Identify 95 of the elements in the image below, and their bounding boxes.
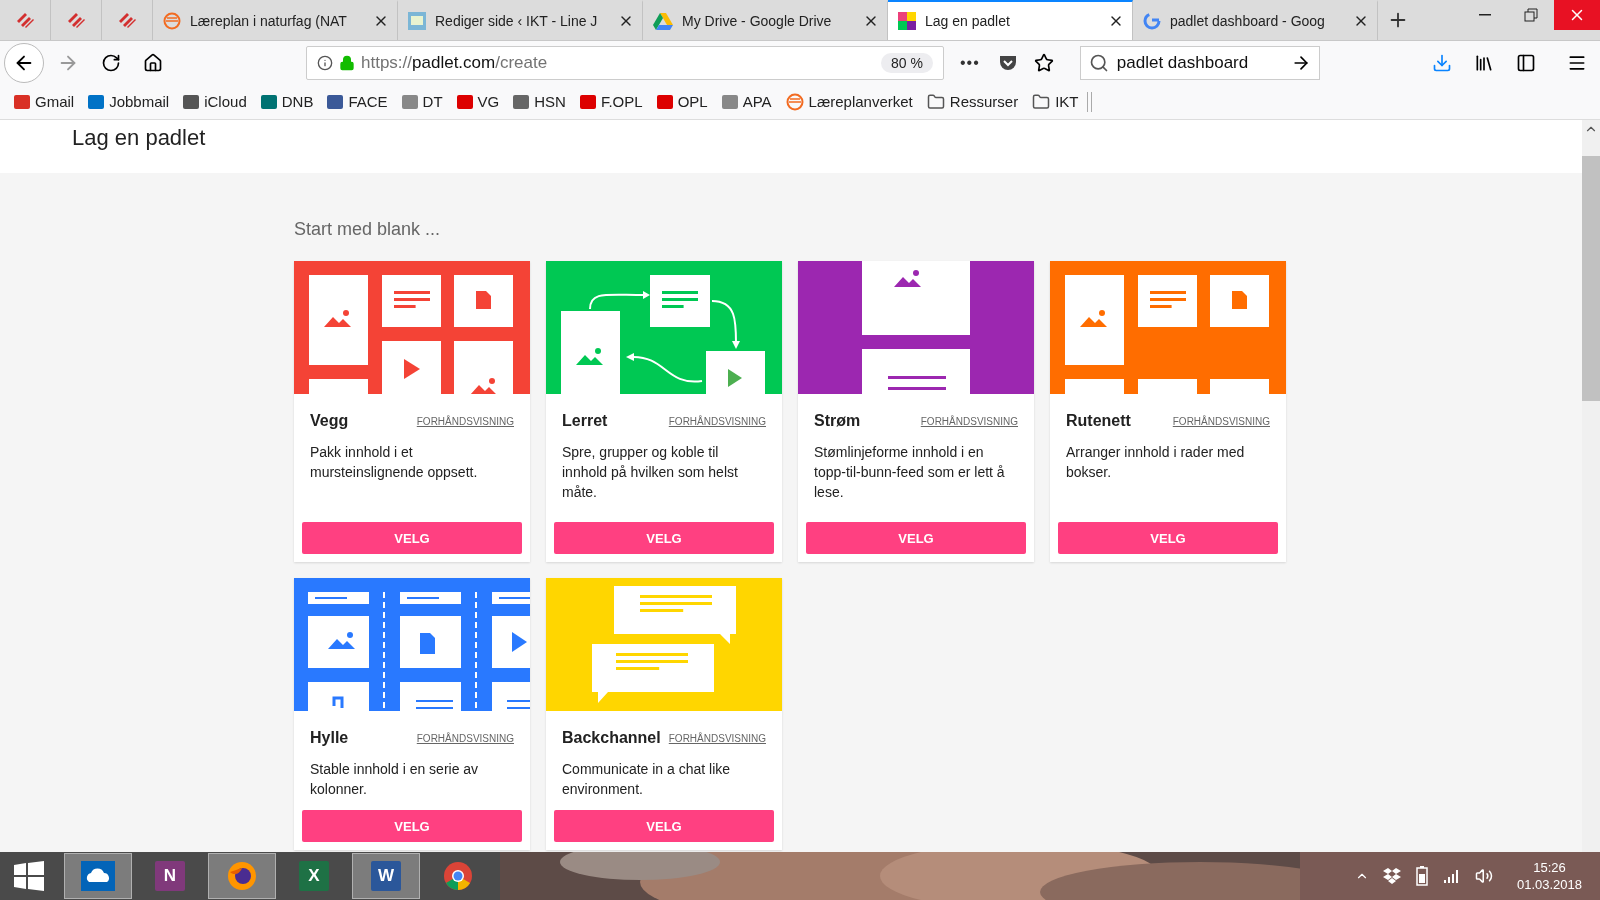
bookmark-icon [721,94,738,109]
bookmark[interactable]: iCloud [183,93,247,110]
cloud-icon [81,861,115,891]
bookmark-folder[interactable]: IKT [1032,92,1079,111]
minimize-icon [1479,14,1491,16]
bookmark-icon [456,94,473,109]
card-title: Vegg [310,412,349,430]
bookmark-icon [401,94,418,109]
search-icon [1088,52,1109,73]
card-title: Backchannel [562,729,661,747]
card-description: Arranger innhold i rader med bokser. [1066,443,1246,482]
firefox-icon [226,860,258,892]
word-icon: W [371,861,401,891]
bookmark[interactable]: DT [401,93,443,110]
padlet-icon [15,11,35,29]
home-icon[interactable] [143,52,163,73]
bookmark-icon [327,94,344,109]
address-bar[interactable]: https://padlet.com/create 80 % [306,45,944,80]
card-description: Pakk innhold i et mursteinslignende oppsett. [310,443,479,482]
card-description: Communicate in a chat like environment. [562,760,732,799]
windows-start-icon[interactable] [14,861,44,891]
bookmark-icon [513,94,530,109]
card-description: Spre, grupper og koble til innhold på hvilken som helst måte. [562,443,739,502]
star-icon[interactable] [1033,52,1054,73]
padlet-icon [117,11,137,29]
card-title: Rutenett [1066,412,1131,430]
section-heading: Start med blank ... [294,219,442,239]
card-description: Stømlinjeforme innhold i en topp-til-bunn-feed som er lett å lese. [814,443,1006,502]
taskbar-app[interactable]: N [136,853,204,899]
chrome-icon [442,860,474,892]
bookmark[interactable]: VG [456,93,500,110]
circle-logo-icon [163,12,181,30]
folder-icon [926,92,945,111]
bookmark-icon [88,94,105,109]
card-title: Lerret [562,412,608,430]
restore-icon [1524,8,1538,22]
bookmark-icon [14,94,30,109]
bookmark[interactable]: DNB [260,93,314,110]
preview-link[interactable]: FORHÅNDSVISNING [416,415,514,427]
taskbar-app[interactable]: W [352,853,420,899]
scrollbar[interactable] [1582,120,1600,852]
drive-icon [653,12,673,30]
page-actions-button[interactable]: ••• [960,53,980,72]
browser-tab[interactable]: Rediger side ‹ IKT - Line J [398,0,643,40]
reload-icon[interactable] [101,52,121,73]
pocket-icon[interactable] [997,53,1018,72]
bookmark-icon [579,94,596,109]
bookmark[interactable]: APA [721,93,772,110]
padlet-icon [66,11,86,29]
scrollbar-thumb[interactable] [1582,156,1600,401]
search-field[interactable]: padlet dashboard [1079,45,1320,80]
bookmark-folder[interactable]: Ressurser [926,92,1019,111]
zoom-level[interactable]: 80 % [881,52,933,73]
bookmark[interactable]: Læreplanverket [785,92,913,111]
browser-tab[interactable]: Læreplan i naturfag (NAT [153,0,398,40]
folder-icon [1032,92,1051,111]
info-icon[interactable] [317,54,333,71]
clock[interactable]: 15:26 01.03.2018 [1516,859,1582,893]
card-description: Stable innhold i en serie av kolonner. [310,760,480,799]
bookmark-icon [260,94,277,109]
card-title: Hylle [310,729,349,747]
dropbox-icon[interactable] [1382,868,1401,884]
preview-link[interactable]: FORHÅNDSVISNING [1172,415,1270,427]
circle-logo-icon [785,92,804,111]
site-icon [408,12,426,30]
onenote-icon: N [155,861,185,891]
bookmark-icon [656,94,673,109]
browser-tab[interactable]: Lag en padlet [888,0,1133,40]
bookmark[interactable]: Gmail [14,93,75,110]
padlet-icon [898,12,916,30]
bookmark[interactable]: HSN [513,93,566,110]
preview-link[interactable]: FORHÅNDSVISNING [416,732,514,744]
bookmark[interactable]: FACE [327,93,388,110]
google-icon [1143,12,1161,30]
preview-link[interactable]: FORHÅNDSVISNING [668,415,766,427]
signal-icon[interactable] [1442,868,1461,884]
browser-tab[interactable]: padlet dashboard - Goog [1133,0,1378,40]
volume-icon[interactable] [1474,867,1493,885]
card-title: Strøm [814,412,861,430]
battery-icon[interactable] [1414,866,1429,886]
taskbar-app[interactable] [208,853,276,899]
back-button[interactable] [4,42,44,83]
preview-link[interactable]: FORHÅNDSVISNING [920,415,1018,427]
bookmark[interactable]: Jobbmail [88,93,170,110]
bookmark[interactable]: F.OPL [579,93,643,110]
preview-link[interactable]: FORHÅNDSVISNING [668,732,766,744]
download-icon[interactable] [1432,52,1452,73]
sidebar-icon[interactable] [1516,52,1536,73]
lock-icon [339,54,355,71]
excel-icon: X [299,861,329,891]
taskbar-app[interactable]: X [280,853,348,899]
bookmark-icon [183,94,200,109]
taskbar-app[interactable] [64,853,132,899]
bookmark[interactable]: OPL [656,93,708,110]
page-title: Lag en padlet [72,125,206,151]
